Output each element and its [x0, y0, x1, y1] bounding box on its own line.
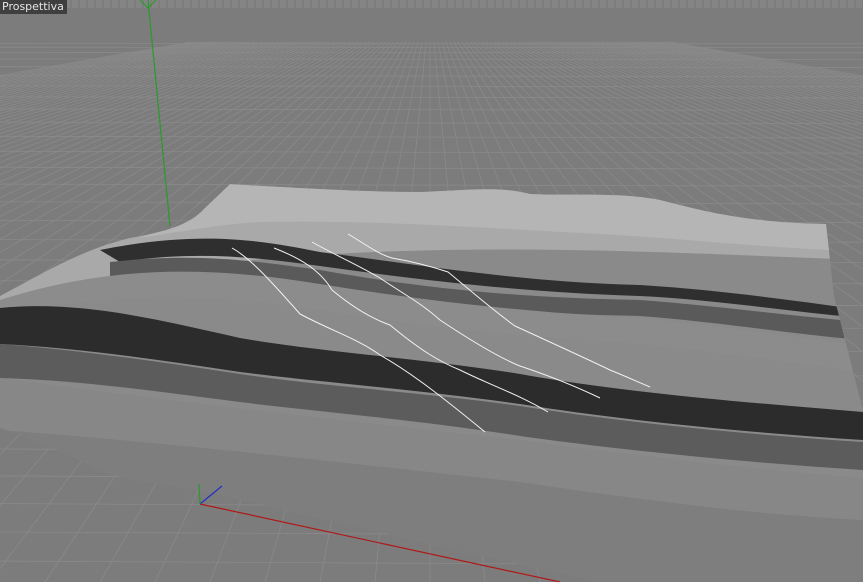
wave-surface[interactable]	[0, 179, 863, 582]
viewport-label[interactable]: Prospettiva	[0, 0, 67, 14]
perspective-viewport[interactable]: Prospettiva	[0, 0, 863, 582]
viewport-canvas[interactable]	[0, 0, 863, 582]
grid-line	[0, 183, 863, 187]
